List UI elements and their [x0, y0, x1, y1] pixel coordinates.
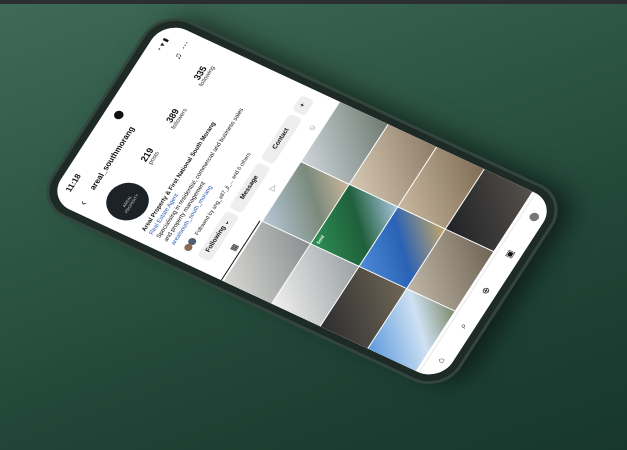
- add-post-icon[interactable]: ⊕: [479, 285, 493, 296]
- bell-icon[interactable]: ♫: [171, 51, 184, 61]
- status-time: 11:18: [63, 172, 84, 194]
- stat-following[interactable]: 335 following: [189, 61, 227, 93]
- back-arrow-icon[interactable]: ‹: [77, 199, 90, 207]
- post-tag: Sold: [315, 234, 326, 245]
- window-top-bar: [0, 0, 627, 4]
- avatar-logo-text: AREAL PROPERTY: [121, 193, 140, 214]
- add-person-icon[interactable]: +: [291, 94, 315, 116]
- profile-icon[interactable]: [527, 210, 541, 223]
- stat-followers[interactable]: 389 followers: [162, 104, 201, 136]
- search-icon[interactable]: ⌕: [457, 321, 470, 330]
- status-icons: ◔ ▾ ▮: [155, 37, 171, 54]
- photo-scene: 11:18 ◔ ▾ ▮ ‹ areal_southmorang ♫ ⋯ AREA…: [0, 0, 627, 450]
- reels-icon[interactable]: ▣: [502, 248, 517, 260]
- phone: 11:18 ◔ ▾ ▮ ‹ areal_southmorang ♫ ⋯ AREA…: [37, 11, 567, 391]
- home-icon[interactable]: ⌂: [435, 356, 447, 365]
- stat-posts[interactable]: 219 posts: [138, 146, 172, 171]
- follower-avatars: [182, 235, 199, 253]
- more-icon[interactable]: ⋯: [178, 39, 193, 51]
